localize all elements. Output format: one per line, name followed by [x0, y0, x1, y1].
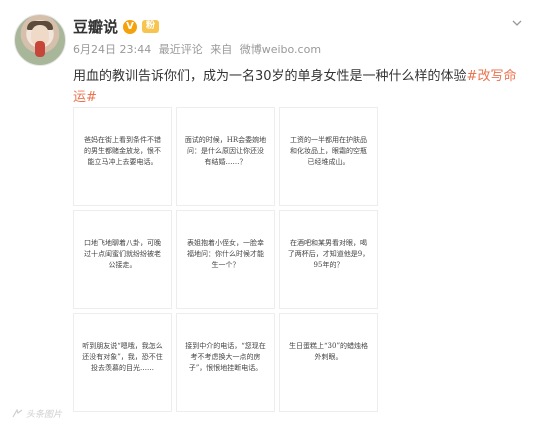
source-label: 来自 [210, 43, 233, 56]
post-meta: 6月24日 23:44 最近评论 来自 微博weibo.com [73, 41, 325, 57]
image-caption-7: 听到朋友说“嗯哦，我怎么还没有对象”，我，恐不住投去羡慕的目光…… [82, 342, 163, 372]
watermark-text: 头条图片 [26, 410, 63, 420]
post-time[interactable]: 6月24日 23:44 [73, 43, 151, 56]
grid-image-3[interactable]: 工资的一半都用在护肤品和化妆品上，眼霜的空瓶已经堆成山。 [279, 107, 378, 206]
username-link[interactable]: 豆瓣说 [73, 16, 118, 37]
image-caption-3: 工资的一半都用在护肤品和化妆品上，眼霜的空瓶已经堆成山。 [290, 136, 367, 166]
grid-image-6[interactable]: 在酒吧和某男看对眼，喝了两杯后，才知道他是9，95年的？ [279, 210, 378, 309]
image-caption-6: 在酒吧和某男看对眼，喝了两杯后，才知道他是9，95年的？ [287, 239, 370, 269]
image-caption-9: 生日蛋糕上“30”的蜡烛格外刺眼。 [288, 342, 369, 361]
post-text: 用血的教训告诉你们，成为一名30岁的单身女性是一种什么样的体验#改写命运# [73, 66, 518, 108]
verified-icon: V [123, 19, 138, 34]
source-link[interactable]: 微博weibo.com [240, 43, 321, 56]
image-caption-1: 爸妈在街上看到条件不错的男生都赌金放龙，恨不能立马冲上去要电话。 [84, 136, 161, 166]
avatar[interactable] [14, 14, 66, 66]
recent-comments: 最近评论 [158, 43, 203, 56]
watermark: 头条图片 [12, 407, 62, 420]
grid-image-9[interactable]: 生日蛋糕上“30”的蜡烛格外刺眼。 [279, 313, 378, 412]
chevron-down-icon[interactable] [512, 18, 522, 28]
grid-image-1[interactable]: 爸妈在街上看到条件不错的男生都赌金放龙，恨不能立马冲上去要电话。 [73, 107, 172, 206]
grid-image-7[interactable]: 听到朋友说“嗯哦，我怎么还没有对象”，我，恐不住投去羡慕的目光…… [73, 313, 172, 412]
grid-image-5[interactable]: 表姐抱着小侄女，一脸幸福地问：你什么时候才能生一个？ [176, 210, 275, 309]
image-caption-2: 面试的时候，HR会委婉地问：是什么原因让你还没有结婚……？ [184, 136, 267, 166]
post-header: 豆瓣说 V 粉 [73, 16, 160, 37]
grid-image-4[interactable]: 口地飞地聊着八卦，可晚过十点闺蜜们就纷纷被老公接走。 [73, 210, 172, 309]
image-caption-4: 口地飞地聊着八卦，可晚过十点闺蜜们就纷纷被老公接走。 [84, 239, 161, 269]
grid-image-8[interactable]: 接到中介的电话，“您现在考不考虑换大一点的房子”，恨恨地挂断电话。 [176, 313, 275, 412]
watermark-logo-icon [12, 409, 23, 418]
post-text-main: 用血的教训告诉你们，成为一名30岁的单身女性是一种什么样的体验 [73, 69, 467, 84]
level-badge-icon: 粉 [142, 20, 160, 33]
image-caption-8: 接到中介的电话，“您现在考不考虑换大一点的房子”，恨恨地挂断电话。 [185, 342, 266, 372]
grid-image-2[interactable]: 面试的时候，HR会委婉地问：是什么原因让你还没有结婚……？ [176, 107, 275, 206]
image-caption-5: 表姐抱着小侄女，一脸幸福地问：你什么时候才能生一个？ [187, 239, 264, 269]
image-grid: 爸妈在街上看到条件不错的男生都赌金放龙，恨不能立马冲上去要电话。 面试的时候，H… [73, 107, 380, 412]
